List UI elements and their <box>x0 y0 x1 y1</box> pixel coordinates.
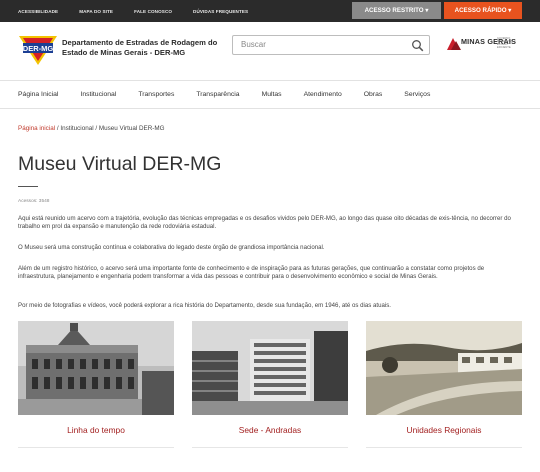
quick-access-label: ACESSO RÁPIDO <box>454 7 507 14</box>
nav-item-transparencia[interactable]: Transparência <box>196 91 239 98</box>
nav-item-obras[interactable]: Obras <box>364 91 383 98</box>
faq-link[interactable]: DÚVIDAS FREQUENTES <box>193 9 248 14</box>
quick-access-button[interactable]: ACESSO RÁPIDO ▾ <box>444 2 522 19</box>
minas-gerais-tagline: GOVERNO DIFERENTE. ESTADO EFICIENTE. <box>497 37 513 49</box>
search-input[interactable]: Buscar <box>232 35 430 55</box>
title-underline <box>18 186 38 187</box>
breadcrumb: Página inicial / Institucional / Museu V… <box>18 125 165 132</box>
restricted-access-button[interactable]: ACESSO RESTRITO ▾ <box>352 2 441 19</box>
timeline-card-title[interactable]: Linha do tempo <box>18 425 174 435</box>
headquarters-card-image[interactable] <box>192 321 348 415</box>
breadcrumb-current: Museu Virtual DER-MG <box>98 125 165 132</box>
timeline-card-image[interactable] <box>18 321 174 415</box>
nav-item-atendimento[interactable]: Atendimento <box>304 91 342 98</box>
card-divider <box>366 447 522 448</box>
der-mg-logo[interactable]: DER-MG <box>18 34 58 66</box>
page-title: Museu Virtual DER-MG <box>18 153 222 175</box>
breadcrumb-home[interactable]: Página inicial <box>18 125 55 132</box>
regional-units-card-image[interactable] <box>366 321 522 415</box>
nav-divider <box>0 108 540 109</box>
accessibility-link[interactable]: ACESSIBILIDADE <box>18 9 58 14</box>
main-nav: Página Inicial Institucional Transportes… <box>18 81 452 108</box>
nav-item-transportes[interactable]: Transportes <box>138 91 174 98</box>
nav-item-institucional[interactable]: Institucional <box>80 91 116 98</box>
nav-item-home[interactable]: Página Inicial <box>18 91 58 98</box>
nav-item-servicos[interactable]: Serviços <box>404 91 430 98</box>
breadcrumb-section[interactable]: Institucional <box>60 125 93 132</box>
intro-paragraph: Aqui está reunido um acervo com a trajet… <box>18 215 511 231</box>
search-placeholder: Buscar <box>241 40 266 49</box>
card-divider <box>18 447 174 448</box>
sitemap-link[interactable]: MAPA DO SITE <box>79 9 113 14</box>
archive-paragraph: Além de um registro histórico, o acervo … <box>18 265 485 281</box>
contact-link[interactable]: FALE CONOSCO <box>134 9 172 14</box>
org-name[interactable]: Departamento de Estradas de Rodagem do E… <box>62 38 222 58</box>
restricted-access-label: ACESSO RESTRITO <box>364 7 424 14</box>
headquarters-card-title[interactable]: Sede - Andradas <box>192 425 348 435</box>
org-name-line2: Estado de Minas Gerais - DER-MG <box>62 48 186 57</box>
chevron-down-icon: ▾ <box>423 7 429 14</box>
org-name-line1: Departamento de Estradas de Rodagem do <box>62 38 218 47</box>
nav-item-multas[interactable]: Multas <box>262 91 282 98</box>
card-divider <box>192 447 348 448</box>
regional-units-card-title[interactable]: Unidades Regionais <box>366 425 522 435</box>
chevron-down-icon: ▾ <box>506 7 512 14</box>
explore-paragraph: Por meio de fotografias e vídeos, você p… <box>18 302 391 309</box>
search-icon[interactable] <box>411 39 424 52</box>
hit-counter: Acessos: 3548 <box>18 199 50 204</box>
top-utility-bar: ACESSIBILIDADE MAPA DO SITE FALE CONOSCO… <box>0 0 540 22</box>
utility-links: ACESSIBILIDADE MAPA DO SITE FALE CONOSCO… <box>18 0 269 22</box>
museum-paragraph: O Museu será uma construção contínua e c… <box>18 244 325 251</box>
logo-text: DER-MG <box>23 44 54 53</box>
